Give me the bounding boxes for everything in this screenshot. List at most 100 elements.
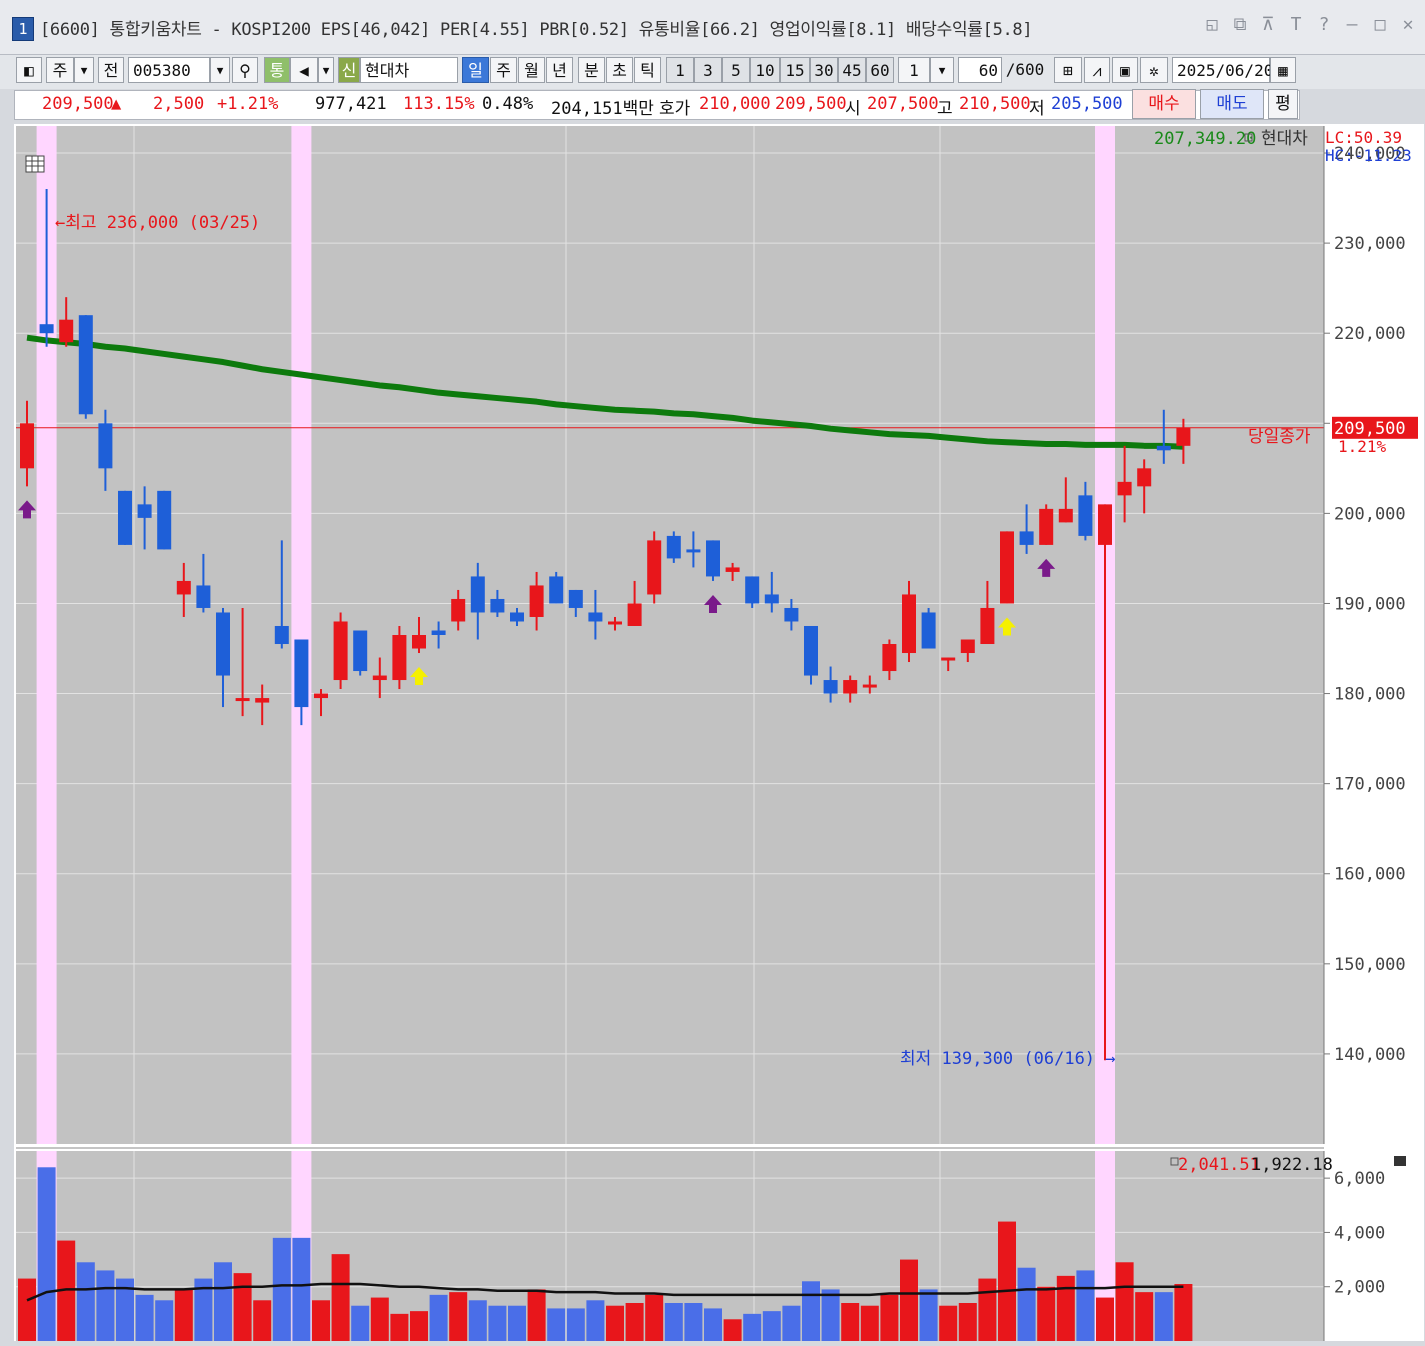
minute-5[interactable]: 5 <box>722 57 750 83</box>
volume-bar <box>684 1303 703 1341</box>
low-annotation: 최저 139,300 (06/16) → <box>900 1049 1116 1069</box>
volume-bar <box>135 1294 154 1341</box>
price-change: 2,500 <box>153 94 205 114</box>
price-pane[interactable] <box>16 126 1324 1144</box>
speaker-icon[interactable]: ◀ <box>290 57 318 83</box>
minute-3[interactable]: 3 <box>694 57 722 83</box>
lc-value: LC:50.39 <box>1325 128 1402 147</box>
close-icon[interactable]: ✕ <box>1397 14 1419 35</box>
volume-bar <box>704 1308 722 1341</box>
candle-body <box>588 612 603 622</box>
candle-body <box>902 594 916 654</box>
price-tick-label: 170,000 <box>1334 775 1406 795</box>
low-label: 저 <box>1029 99 1045 119</box>
high-annotation: ←최고 236,000 (03/25) <box>55 213 260 233</box>
candle-body <box>431 630 446 635</box>
last-price-tag: 209,500 <box>1334 419 1406 439</box>
pane-close-icon[interactable] <box>1394 1156 1406 1166</box>
candle-body <box>823 680 838 694</box>
ma-readout: 207,349.20 <box>1154 129 1256 149</box>
save-icon[interactable]: ▣ <box>1112 57 1138 83</box>
candle-body <box>1156 445 1171 451</box>
volume-bar <box>272 1237 291 1341</box>
count-input[interactable]: 60 <box>958 57 1002 83</box>
candle-body <box>1058 508 1073 523</box>
interval-tick[interactable]: 틱 <box>634 57 661 83</box>
code-dropdown-icon[interactable]: ▼ <box>210 57 230 83</box>
close-line-label: 당일종가 <box>1248 427 1311 447</box>
volume-bar <box>449 1292 468 1341</box>
volume-bar <box>586 1300 605 1341</box>
minute-15[interactable]: 15 <box>780 57 810 83</box>
interval-minute[interactable]: 분 <box>578 57 605 83</box>
window-title: [6600] 통합키움차트 - KOSPI200 EPS[46,042] PER… <box>40 20 1033 40</box>
volume-bar <box>998 1221 1016 1341</box>
price-tick-label: 230,000 <box>1334 234 1406 254</box>
candle-body <box>862 684 877 688</box>
candle-body <box>98 423 113 469</box>
candle-type-icon[interactable]: ⊞ <box>1054 57 1082 83</box>
chart-area[interactable]: 240,000230,000220,000210,000200,000190,0… <box>14 124 1424 1341</box>
tong-button[interactable]: 통 <box>264 57 290 83</box>
interval-month[interactable]: 월 <box>518 57 545 83</box>
buy-button[interactable]: 매수 <box>1132 89 1196 119</box>
stock-code-input[interactable]: 005380 <box>128 57 210 83</box>
interval-week[interactable]: 주 <box>490 57 517 83</box>
sound-dropdown-icon[interactable]: ▼ <box>318 57 334 83</box>
link-icon[interactable]: ◱ <box>1201 14 1223 35</box>
count-max: /600 <box>1005 60 1045 79</box>
minute-10[interactable]: 10 <box>750 57 780 83</box>
indicator-icon[interactable]: ⩘ <box>1084 57 1110 83</box>
volume-tick-label: 6,000 <box>1334 1169 1385 1189</box>
candle-body <box>1000 531 1014 604</box>
candle-body <box>1078 495 1093 536</box>
gear-icon[interactable]: ✲ <box>1140 57 1168 83</box>
volume-bar <box>410 1311 428 1341</box>
pin-icon[interactable]: ⊼ <box>1257 14 1279 35</box>
volume-bar <box>331 1254 350 1341</box>
volume-bar <box>429 1294 448 1341</box>
candle-body <box>568 589 583 608</box>
layout-icon[interactable]: ◧ <box>16 57 42 83</box>
cascade-icon[interactable]: ⧉ <box>1229 14 1251 35</box>
eval-button[interactable]: 평 <box>1268 89 1298 119</box>
price-tick-label: 160,000 <box>1334 865 1406 885</box>
volume-bar <box>390 1313 409 1341</box>
volume-bar <box>723 1319 742 1341</box>
multiplier-input[interactable]: 1 <box>898 57 930 83</box>
search-icon[interactable]: ⚲ <box>232 57 258 83</box>
candle-body <box>20 423 34 469</box>
interval-year[interactable]: 년 <box>546 57 573 83</box>
help-icon[interactable]: ? <box>1313 14 1335 35</box>
minimize-icon[interactable]: — <box>1341 14 1363 35</box>
grid-table-icon[interactable] <box>25 155 45 173</box>
calendar-icon[interactable]: ▦ <box>1270 57 1296 83</box>
candle-body <box>451 598 466 622</box>
window-number-badge[interactable]: 1 <box>12 17 34 41</box>
font-icon[interactable]: T <box>1285 14 1307 35</box>
price-tick-label: 200,000 <box>1334 504 1406 524</box>
candle-body <box>686 549 701 553</box>
stock-chart[interactable]: 240,000230,000220,000210,000200,000190,0… <box>14 124 1424 1341</box>
stock-name-field[interactable]: 현대차 <box>360 57 458 83</box>
candle-body <box>882 644 897 672</box>
minute-60[interactable]: 60 <box>866 57 894 83</box>
volume-bar <box>939 1305 958 1341</box>
minute-30[interactable]: 30 <box>810 57 838 83</box>
chevron-down-icon[interactable]: ▼ <box>74 57 94 83</box>
interval-second[interactable]: 초 <box>606 57 633 83</box>
volume-bar <box>468 1300 487 1341</box>
candle-body <box>39 324 54 334</box>
interval-day[interactable]: 일 <box>462 57 489 83</box>
date-input[interactable]: 2025/06/20 <box>1172 57 1273 83</box>
prev-button[interactable]: 전 <box>98 57 124 83</box>
volume-bar <box>527 1289 546 1341</box>
volume-value: 977,421 <box>315 94 387 114</box>
volume-bar <box>547 1308 566 1341</box>
sell-button[interactable]: 매도 <box>1200 89 1264 119</box>
maximize-icon[interactable]: □ <box>1369 14 1391 35</box>
minute-1[interactable]: 1 <box>666 57 694 83</box>
multiplier-dropdown-icon[interactable]: ▼ <box>930 57 954 83</box>
minute-45[interactable]: 45 <box>838 57 866 83</box>
period-type-select[interactable]: 주 <box>46 57 74 83</box>
